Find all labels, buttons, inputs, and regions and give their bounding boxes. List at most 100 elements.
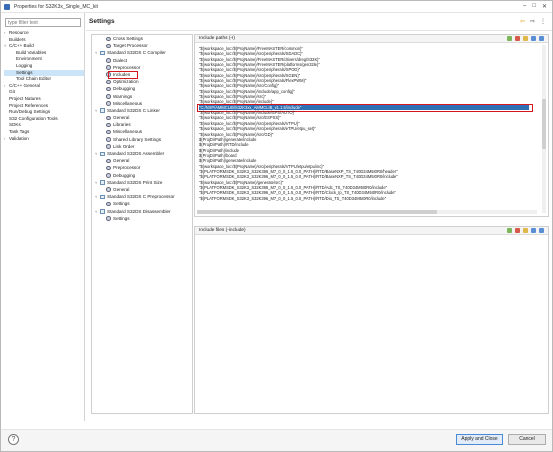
nav-item[interactable]: Logging bbox=[4, 63, 84, 70]
include-path-item[interactable]: "${PLATFORMSDK_S32K3_S32K396_M7_0_0_1.5_… bbox=[199, 196, 529, 201]
edit-icon[interactable] bbox=[523, 228, 528, 233]
nav-item[interactable]: Project References bbox=[4, 103, 84, 110]
window-title: Properties for S32K3x_Single_MC_kit bbox=[14, 3, 98, 10]
delete-icon[interactable] bbox=[515, 228, 520, 233]
tool-settings-tree: Cross Settings Target Processor ˅ Standard … bbox=[91, 34, 193, 414]
settings-gear-icon bbox=[106, 129, 111, 135]
maximize-icon[interactable]: □ bbox=[532, 3, 536, 10]
tool-tree-label: Standard S32DS C Compiler bbox=[107, 50, 166, 56]
include-paths-list[interactable]: "${workspace_loc:/${ProjName}/FreeMASTER… bbox=[197, 46, 533, 201]
tool-tree-label: Miscellaneous bbox=[113, 100, 143, 106]
include-paths-toolbar bbox=[507, 36, 544, 41]
nav-item[interactable]: › Resource bbox=[4, 30, 84, 37]
nav-item[interactable]: Settings bbox=[4, 69, 84, 77]
view-menu-icon[interactable]: ⋮ bbox=[540, 18, 546, 25]
nav-item[interactable]: SDKs bbox=[4, 122, 84, 129]
tool-tree-item[interactable]: Settings bbox=[92, 215, 192, 222]
move-up-icon[interactable] bbox=[531, 228, 536, 233]
nav-item[interactable]: Tool Chain Editor bbox=[4, 76, 84, 83]
add-icon[interactable] bbox=[507, 36, 512, 41]
properties-dialog: Properties for S32K3x_Single_MC_kit – □ … bbox=[0, 0, 553, 452]
move-down-icon[interactable] bbox=[539, 228, 544, 233]
tool-tree-label: Standard S32DS Disassembler bbox=[107, 208, 171, 214]
filter-input[interactable] bbox=[5, 18, 81, 27]
nav-item[interactable]: Environment bbox=[4, 56, 84, 63]
nav-item[interactable]: Project Natures bbox=[4, 96, 84, 103]
header-nav: ⇦ ⇨ ⋮ bbox=[520, 18, 546, 25]
delete-icon[interactable] bbox=[515, 36, 520, 41]
close-icon[interactable]: ✕ bbox=[542, 3, 547, 10]
tool-tree-item[interactable]: General bbox=[92, 186, 192, 193]
tool-tree-item[interactable]: Shared Library Settings bbox=[92, 136, 192, 143]
tool-tree-item[interactable]: Warnings bbox=[92, 93, 192, 100]
tool-tree-item[interactable]: Dialect bbox=[92, 57, 192, 64]
tool-tree-item[interactable]: Miscellaneous bbox=[92, 100, 192, 107]
tool-tree-label: General bbox=[113, 158, 130, 164]
nav-item[interactable]: Builders bbox=[4, 37, 84, 44]
tool-tree-item[interactable]: Settings bbox=[92, 200, 192, 207]
settings-gear-icon bbox=[106, 201, 111, 207]
tool-tree-item[interactable]: ˅ Standard S32DS C Preprocessor bbox=[92, 193, 192, 200]
settings-gear-icon bbox=[106, 65, 111, 70]
nav-item-label: Build Variables bbox=[16, 49, 47, 55]
apply-and-close-button[interactable]: Apply and Close bbox=[456, 434, 503, 445]
tool-tree-label: Standard S32DS Assembler bbox=[107, 151, 165, 156]
edit-icon[interactable] bbox=[523, 36, 528, 41]
nav-item[interactable]: › C/C++ General bbox=[4, 83, 84, 90]
tool-tree-label: Standard S32DS C Linker bbox=[107, 107, 160, 113]
tool-tree-label: General bbox=[113, 186, 130, 192]
settings-gear-icon bbox=[106, 86, 111, 92]
nav-item[interactable]: ˅ C/C++ Build bbox=[4, 43, 84, 50]
help-icon[interactable]: ? bbox=[8, 434, 19, 445]
tool-tree-item[interactable]: Libraries bbox=[92, 121, 192, 128]
settings-gear-icon bbox=[106, 122, 111, 128]
minimize-icon[interactable]: – bbox=[523, 3, 526, 10]
settings-gear-icon bbox=[106, 58, 111, 63]
tool-icon bbox=[100, 194, 105, 200]
tool-tree-item[interactable]: ˅ Standard S32DS Print Size bbox=[92, 179, 192, 186]
cancel-button[interactable]: Cancel bbox=[508, 434, 546, 445]
nav-item[interactable]: Task Tags bbox=[4, 129, 84, 136]
nav-item-label: Git bbox=[9, 89, 15, 95]
tool-tree-item[interactable]: Preprocessor bbox=[92, 64, 192, 71]
tool-tree-item[interactable]: Target Processor bbox=[92, 42, 192, 49]
tool-tree-item[interactable]: Includes bbox=[92, 70, 192, 79]
tool-tree-label: Settings bbox=[113, 215, 130, 221]
nav-item-label: SDKs bbox=[9, 122, 21, 128]
tool-tree-item[interactable]: Preprocessor bbox=[92, 164, 192, 171]
include-paths-hscrollbar[interactable] bbox=[197, 210, 537, 214]
move-up-icon[interactable] bbox=[531, 36, 536, 41]
tool-tree-label: Settings bbox=[113, 201, 130, 207]
tool-tree-item[interactable]: Debugging bbox=[92, 172, 192, 179]
tool-tree-label: Standard S32DS C Preprocessor bbox=[107, 194, 175, 200]
nav-item[interactable]: Build Variables bbox=[4, 50, 84, 57]
nav-item[interactable]: Git bbox=[4, 89, 84, 96]
tool-tree-label: Debugging bbox=[113, 172, 136, 178]
tool-tree-item[interactable]: ˅ Standard S32DS Assembler bbox=[92, 150, 192, 157]
tool-tree-label: Standard S32DS Print Size bbox=[107, 179, 163, 185]
tool-icon bbox=[100, 180, 105, 185]
tool-tree-item[interactable]: ˅ Standard S32DS C Linker bbox=[92, 107, 192, 114]
nav-item[interactable]: › Validation bbox=[4, 136, 84, 143]
tool-tree-item[interactable]: Link Order bbox=[92, 143, 192, 150]
tool-icon bbox=[100, 50, 105, 56]
include-paths-vscrollbar[interactable] bbox=[542, 45, 546, 213]
tool-tree-item[interactable]: General bbox=[92, 114, 192, 121]
tool-tree-item[interactable]: ˅ Standard S32DS C Compiler bbox=[92, 49, 192, 56]
tool-tree-item[interactable]: ˅ Standard S32DS Disassembler bbox=[92, 208, 192, 215]
nav-item-label: Logging bbox=[16, 62, 33, 68]
tool-tree-item[interactable]: General bbox=[92, 157, 192, 164]
tool-tree-item[interactable]: Optimization bbox=[92, 78, 192, 85]
tool-tree-item[interactable]: Debugging bbox=[92, 85, 192, 92]
forward-arrow-icon[interactable]: ⇨ bbox=[530, 18, 535, 25]
nav-panel: ›ResourceBuilders˅C/C++ BuildBuild Varia… bbox=[1, 13, 85, 421]
add-icon[interactable] bbox=[507, 228, 512, 233]
tool-tree-item[interactable]: Cross Settings bbox=[92, 35, 192, 42]
nav-item[interactable]: S32 Configuration Tools bbox=[4, 116, 84, 123]
back-arrow-icon[interactable]: ⇦ bbox=[520, 18, 525, 25]
nav-item-label: Project Natures bbox=[9, 95, 41, 101]
nav-item-label: Project References bbox=[9, 102, 49, 108]
nav-item[interactable]: Run/Debug Settings bbox=[4, 109, 84, 116]
tool-tree-item[interactable]: Miscellaneous bbox=[92, 128, 192, 135]
move-down-icon[interactable] bbox=[539, 36, 544, 41]
